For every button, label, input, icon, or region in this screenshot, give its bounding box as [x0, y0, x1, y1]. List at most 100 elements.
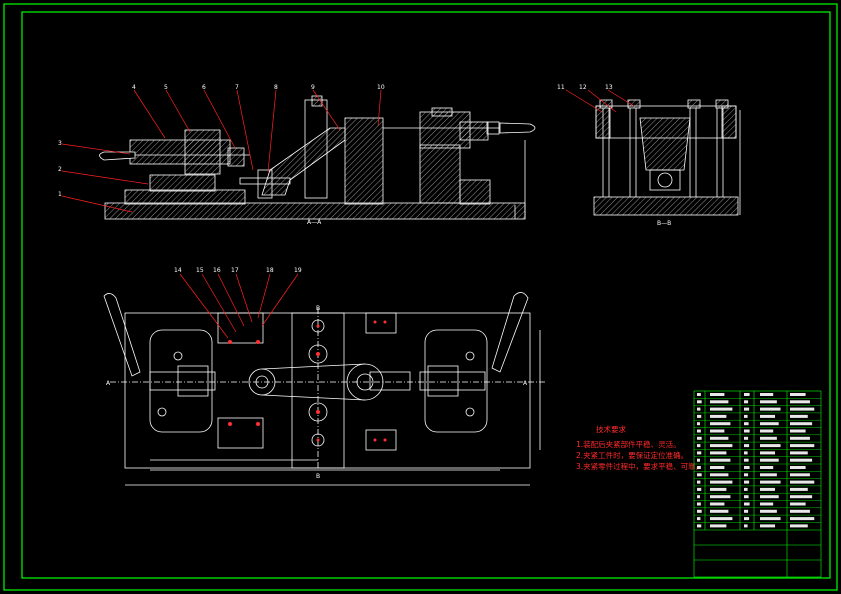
callout-7: 7: [235, 84, 239, 91]
table-cell-text: [744, 509, 749, 513]
table-cell-text: [697, 422, 700, 426]
table-cell-text: [760, 393, 774, 396]
table-cell-text: [710, 414, 727, 418]
table-cell-text: [710, 466, 725, 469]
table-cell-text: [697, 480, 701, 484]
table-cell-text: [710, 429, 725, 433]
table-cell-text: [697, 414, 702, 418]
table-cell-text: [744, 487, 748, 491]
callout-1: 1: [58, 191, 62, 198]
table-cell-text: [710, 502, 725, 506]
callout-16: 16: [213, 267, 221, 274]
table-cell-text: [744, 466, 750, 469]
table-cell-text: [790, 487, 808, 491]
table-cell-text: [760, 407, 781, 411]
callout-6: 6: [202, 84, 206, 91]
table-cell-text: [744, 502, 750, 506]
table-cell-text: [710, 400, 729, 404]
callout-3: 3: [58, 140, 62, 147]
technical-requirements: 技术要求 1.装配后夹紧部件平稳、灵活。 2.夹紧工件时，要保证定位准确。 3.…: [576, 424, 703, 471]
section-mark-b-top: B: [316, 305, 320, 312]
table-cell-text: [790, 407, 815, 411]
table-cell-text: [697, 444, 701, 448]
plan-view: [103, 292, 545, 486]
table-cell-text: [790, 444, 815, 448]
table-cell-text: [760, 458, 779, 462]
table-cell-text: [760, 495, 779, 499]
table-cell-text: [697, 407, 701, 411]
callout-9: 9: [311, 84, 315, 91]
table-cell-text: [790, 473, 810, 477]
table-cell-text: [710, 509, 729, 513]
table-cell-text: [744, 473, 749, 477]
table-cell-text: [790, 429, 806, 433]
table-cell-text: [760, 473, 777, 477]
section-mark-a-right: A: [523, 380, 528, 387]
table-cell-text: [744, 393, 750, 396]
table-cell-text: [760, 466, 774, 469]
table-cell-text: [697, 517, 701, 521]
table-cell-text: [760, 451, 776, 455]
table-cell-text: [710, 436, 729, 440]
table-cell-text: [697, 400, 702, 404]
callout-2: 2: [58, 166, 62, 173]
section-b-caption: B—B: [657, 220, 671, 227]
callout-5: 5: [164, 84, 168, 91]
table-cell-text: [697, 473, 702, 477]
table-cell-text: [710, 517, 733, 521]
notes-line-3: 3.夹紧零件过程中，要求平稳、可靠。: [576, 461, 703, 471]
table-cell-text: [790, 480, 815, 484]
table-cell-text: [760, 414, 776, 418]
table-cell-text: [760, 524, 776, 528]
table-cell-text: [790, 414, 808, 418]
callout-11: 11: [557, 84, 565, 91]
table-cell-text: [760, 429, 774, 433]
table-cell-text: [710, 480, 733, 484]
table-cell-text: [697, 509, 702, 513]
table-cell-text: [710, 458, 731, 462]
section-mark-b-bottom: B: [316, 473, 320, 480]
table-cell-text: [697, 393, 701, 396]
table-cell-text: [790, 524, 808, 528]
table-cell-text: [790, 393, 806, 396]
table-cell-text: [760, 509, 777, 513]
callout-8: 8: [274, 84, 278, 91]
outer-frame: [3, 3, 838, 591]
section-b-view: [593, 99, 741, 216]
callout-19: 19: [294, 267, 302, 274]
plan-red-marks: [228, 320, 387, 442]
table-cell-text: [744, 444, 750, 448]
table-cell-text: [760, 517, 781, 521]
table-cell-text: [790, 502, 806, 506]
callout-13: 13: [605, 84, 613, 91]
table-cell-text: [744, 517, 750, 521]
table-cell-text: [710, 487, 727, 491]
callout-4: 4: [132, 84, 136, 91]
table-cell-text: [697, 458, 700, 462]
table-cell-text: [697, 436, 702, 440]
parts-list-table: [693, 390, 822, 578]
notes-title: 技术要求: [596, 424, 626, 434]
table-cell-text: [697, 466, 701, 469]
table-cell-text: [697, 429, 701, 433]
table-cell-text: [710, 422, 731, 426]
table-cell-text: [760, 487, 776, 491]
table-cell-text: [760, 444, 781, 448]
table-cell-text: [790, 509, 810, 513]
table-cell-text: [790, 466, 806, 469]
table-cell-text: [697, 451, 702, 455]
table-cell-text: [790, 400, 810, 404]
parts-list-rows: [694, 393, 821, 528]
table-cell-text: [744, 495, 749, 499]
table-cell-text: [760, 436, 777, 440]
plan-callout-labels: 14 15 16 17 18 19 A A B B: [106, 267, 528, 480]
table-cell-text: [760, 502, 774, 506]
callout-10: 10: [377, 84, 385, 91]
section-mark-a-left: A: [106, 380, 111, 387]
table-cell-text: [760, 422, 779, 426]
callout-14: 14: [174, 267, 182, 274]
table-cell-text: [760, 480, 781, 484]
callout-12: 12: [579, 84, 587, 91]
callout-18: 18: [266, 267, 274, 274]
table-cell-text: [744, 451, 748, 455]
